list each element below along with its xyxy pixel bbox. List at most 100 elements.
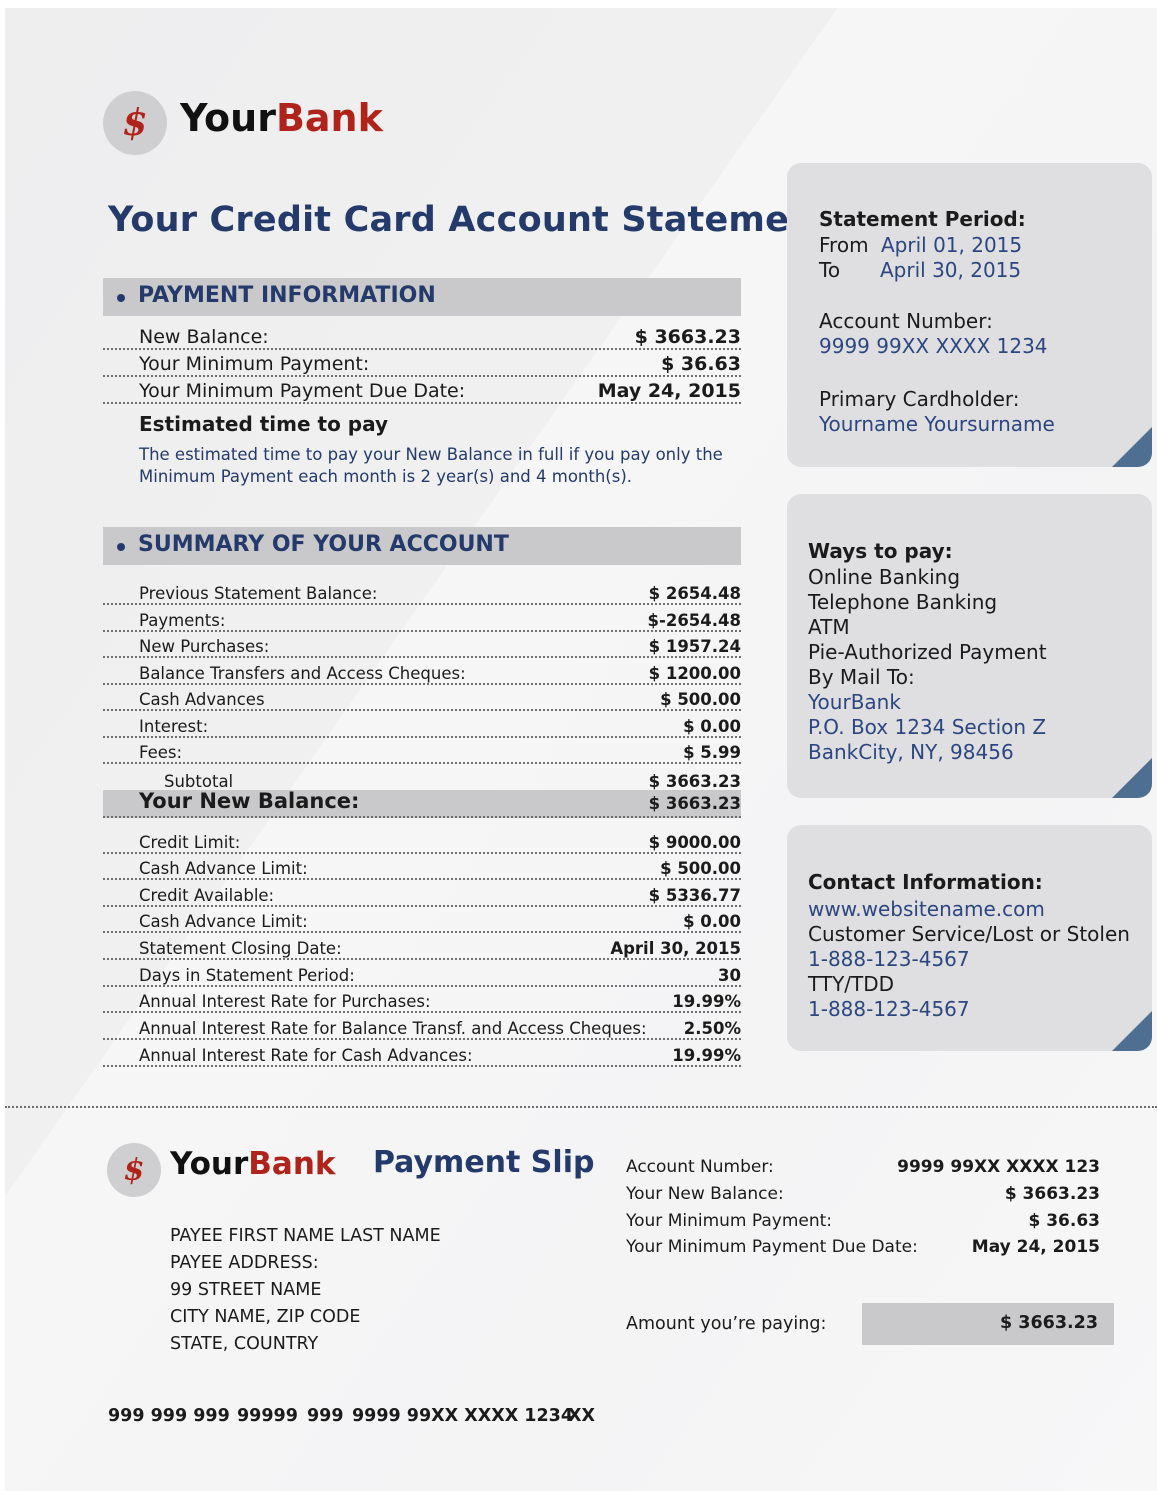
bank-name: YourBank [180, 96, 383, 140]
period-to-label: To [819, 258, 841, 282]
summary-row: Payments: $-2654.48 [103, 605, 741, 632]
summary-row-value: $ 1200.00 [648, 664, 741, 683]
summary-row-value: $ 9000.00 [648, 833, 741, 852]
slip-row-label: Your Minimum Payment: [626, 1211, 833, 1231]
summary-row: Cash Advances $ 500.00 [103, 685, 741, 711]
amount-paying-label: Amount you’re paying: [626, 1314, 827, 1334]
summary-row-value: April 30, 2015 [610, 939, 741, 958]
website-link[interactable]: www.websitename.com [808, 897, 1045, 921]
summary-row-value: $ 0.00 [683, 717, 741, 736]
payment-row-label: Your Minimum Payment Due Date: [139, 380, 466, 402]
slip-row-value: May 24, 2015 [971, 1237, 1100, 1257]
period-to-value: April 30, 2015 [880, 258, 1022, 282]
cardholder-label: Primary Cardholder: [819, 387, 1020, 411]
ways-heading: Ways to pay: [808, 539, 953, 563]
customer-service-label: Customer Service/Lost or Stolen [808, 922, 1130, 946]
page-title: Your Credit Card Account Statement [108, 200, 832, 240]
tty-phone[interactable]: 1-888-123-4567 [808, 997, 970, 1021]
payee-line: CITY NAME, ZIP CODE [170, 1307, 361, 1327]
ways-item: ATM [808, 615, 850, 639]
bank-name-part2: Bank [248, 1146, 336, 1182]
summary-row-value: $ 5.99 [683, 743, 741, 762]
ways-item: Telephone Banking [808, 590, 998, 614]
ways-item: By Mail To: [808, 665, 915, 689]
payment-row-value: May 24, 2015 [597, 380, 741, 402]
payee-line: PAYEE ADDRESS: [170, 1253, 319, 1273]
summary-row: Credit Limit: $ 9000.00 [103, 827, 741, 854]
cardholder-value: Yourname Yoursurname [819, 412, 1055, 436]
summary-row-label: Fees: [139, 743, 183, 762]
mail-address-line: YourBank [808, 690, 901, 714]
summary-row: Interest: $ 0.00 [103, 711, 741, 738]
payment-row-label: New Balance: [139, 326, 269, 348]
new-balance-bar: Your New Balance: $ 3663.23 [103, 789, 741, 818]
summary-row-label: Cash Advance Limit: [139, 859, 308, 878]
summary-row: Balance Transfers and Access Cheques: $ … [103, 658, 741, 685]
mail-address-line: BankCity, NY, 98456 [808, 740, 1014, 764]
subtotal-value: $ 3663.23 [648, 772, 741, 791]
slip-bank-name: YourBank [170, 1146, 336, 1182]
summary-row-value: 2.50% [683, 1019, 741, 1038]
summary-row: Annual Interest Rate for Purchases: 19.9… [103, 987, 741, 1013]
summary-row-label: Cash Advance Limit: [139, 912, 308, 931]
ways-to-pay-panel: Ways to pay: Online Banking Telephone Ba… [787, 494, 1152, 798]
account-number-label: Account Number: [819, 309, 993, 333]
period-from-label: From [819, 233, 869, 257]
summary-row: Cash Advance Limit: $ 0.00 [103, 907, 741, 933]
period-from-value: April 01, 2015 [881, 233, 1023, 257]
payee-line: 99 STREET NAME [170, 1280, 322, 1300]
summary-row-value: 19.99% [672, 992, 741, 1011]
panel-corner-decoration [1112, 758, 1152, 798]
summary-row-label: Credit Available: [139, 886, 275, 905]
payment-row-value: $ 3663.23 [634, 326, 741, 348]
summary-row-value: $ 500.00 [660, 859, 741, 878]
summary-row-label: Cash Advances [139, 690, 265, 709]
statement-period-panel: Statement Period: From April 01, 2015 To… [787, 163, 1152, 467]
summary-row: Fees: $ 5.99 [103, 738, 741, 764]
summary-row-value: $ 500.00 [660, 690, 741, 709]
period-heading: Statement Period: [819, 207, 1026, 231]
payment-row: New Balance: $ 3663.23 [103, 322, 741, 350]
summary-row: Statement Closing Date: April 30, 2015 [103, 933, 741, 960]
bullet-icon [117, 543, 125, 551]
micr-code: 999 [307, 1406, 344, 1426]
subtotal-row: Subtotal $ 3663.23 [103, 764, 741, 791]
tty-label: TTY/TDD [808, 972, 895, 996]
slip-row-value: $ 3663.23 [1004, 1184, 1100, 1204]
bullet-icon [117, 294, 125, 302]
summary-row: Cash Advance Limit: $ 500.00 [103, 854, 741, 880]
contact-heading: Contact Information: [808, 870, 1043, 894]
summary-row-label: Annual Interest Rate for Cash Advances: [139, 1046, 473, 1065]
ways-item: Online Banking [808, 565, 961, 589]
panel-corner-decoration [1112, 427, 1152, 467]
amount-paying-value: $ 3663.23 [1000, 1313, 1098, 1333]
micr-code: 99999 [237, 1406, 298, 1426]
payment-row: Your Minimum Payment Due Date: May 24, 2… [103, 377, 741, 404]
tear-off-line [5, 1106, 1157, 1108]
payment-row-value: $ 36.63 [661, 353, 741, 375]
slip-row: Your Minimum Payment Due Date: May 24, 2… [626, 1237, 1100, 1261]
summary-row: Days in Statement Period: 30 [103, 960, 741, 987]
summary-header: SUMMARY OF YOUR ACCOUNT [103, 527, 741, 565]
new-balance-value: $ 3663.23 [648, 794, 741, 813]
summary-heading: SUMMARY OF YOUR ACCOUNT [138, 532, 509, 557]
summary-row-value: $ 2654.48 [648, 584, 741, 603]
contact-panel: Contact Information: www.websitename.com… [787, 825, 1152, 1051]
amount-paying-field[interactable]: $ 3663.23 [862, 1303, 1114, 1345]
new-balance-label: Your New Balance: [139, 789, 360, 813]
slip-bank-logo-icon: $ [107, 1143, 161, 1197]
ways-item: Pie-Authorized Payment [808, 640, 1047, 664]
summary-row: New Purchases: $ 1957.24 [103, 632, 741, 658]
slip-row: Your Minimum Payment: $ 36.63 [626, 1211, 1100, 1235]
payee-line: PAYEE FIRST NAME LAST NAME [170, 1226, 441, 1246]
bank-name-part2: Bank [275, 96, 383, 140]
slip-row-label: Your New Balance: [626, 1184, 784, 1204]
summary-row: Annual Interest Rate for Balance Transf.… [103, 1013, 741, 1040]
customer-service-phone[interactable]: 1-888-123-4567 [808, 947, 970, 971]
mail-address-line: P.O. Box 1234 Section Z [808, 715, 1047, 739]
dollar-symbol: $ [123, 1152, 145, 1188]
account-number-value: 9999 99XX XXXX 1234 [819, 334, 1048, 358]
slip-row-value: 9999 99XX XXXX 123 [897, 1157, 1100, 1177]
summary-row-label: Credit Limit: [139, 833, 241, 852]
summary-row-value: $ 5336.77 [648, 886, 741, 905]
